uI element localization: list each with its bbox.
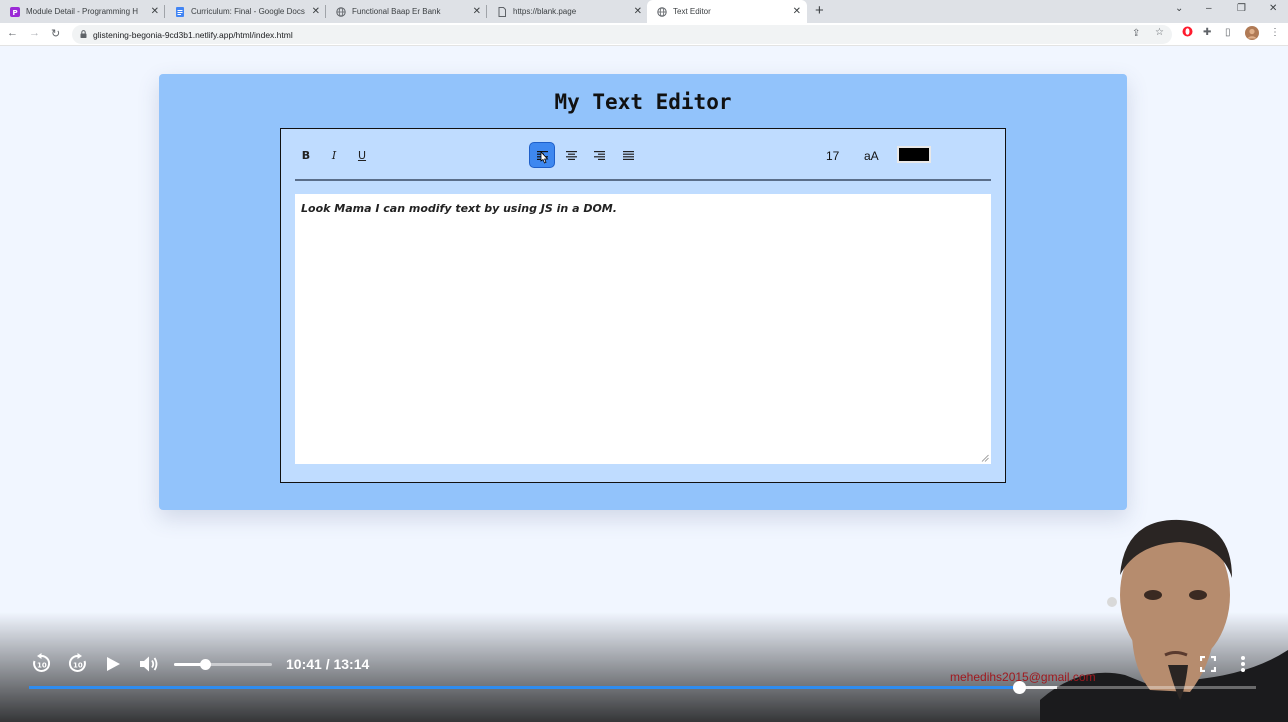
tab-title: Functional Baap Er Bank <box>352 7 441 16</box>
align-center-button[interactable] <box>558 142 584 168</box>
close-tab-icon[interactable]: ✕ <box>312 6 320 17</box>
profile-avatar[interactable] <box>1245 26 1259 43</box>
align-center-icon <box>565 150 577 160</box>
close-tab-icon[interactable]: ✕ <box>473 6 481 17</box>
text-color-picker[interactable] <box>897 146 931 163</box>
browser-tab-text-editor[interactable]: Text Editor ✕ <box>647 0 807 23</box>
opera-extension-icon[interactable] <box>1182 26 1193 40</box>
playback-time: 10:41 / 13:14 <box>286 656 370 672</box>
browser-tab-bar: P Module Detail - Programming H ✕ Curric… <box>0 0 1288 23</box>
play-icon[interactable] <box>106 656 121 672</box>
tab-title: Module Detail - Programming H <box>26 7 139 16</box>
fullscreen-icon[interactable] <box>1200 656 1216 672</box>
new-tab-plus-icon[interactable]: + <box>815 2 824 19</box>
text-editor: B I U 17 aA Look Mama I can modify text … <box>280 128 1006 483</box>
browser-address-bar: ← → ↻ glistening-begonia-9cd3b1.netlify.… <box>0 23 1288 46</box>
tab-title: Text Editor <box>673 7 711 16</box>
back-arrow-icon[interactable]: ← <box>7 27 18 39</box>
editor-text: Look Mama I can modify text by using JS … <box>301 202 617 215</box>
volume-icon[interactable] <box>139 655 160 673</box>
omnibox[interactable]: glistening-begonia-9cd3b1.netlify.app/ht… <box>72 25 1172 44</box>
italic-button[interactable]: I <box>321 142 347 168</box>
restore-icon[interactable]: ❐ <box>1237 3 1246 14</box>
globe-icon <box>657 6 667 17</box>
editor-textarea[interactable]: Look Mama I can modify text by using JS … <box>295 194 991 464</box>
played-progress <box>29 686 1020 689</box>
svg-text:10: 10 <box>37 662 47 670</box>
svg-text:P: P <box>13 9 18 17</box>
bold-button[interactable]: B <box>293 142 319 168</box>
globe-icon <box>336 6 346 17</box>
svg-text:10: 10 <box>73 662 83 670</box>
page-title: My Text Editor <box>554 90 732 114</box>
close-window-icon[interactable]: ✕ <box>1269 3 1277 14</box>
page-icon <box>497 6 507 17</box>
side-panel-icon[interactable]: ▯ <box>1225 27 1231 38</box>
close-tab-icon[interactable]: ✕ <box>151 6 159 17</box>
reload-icon[interactable]: ↻ <box>51 27 60 40</box>
align-right-icon <box>593 150 605 160</box>
url-text: glistening-begonia-9cd3b1.netlify.app/ht… <box>93 30 293 40</box>
align-justify-button[interactable] <box>615 142 641 168</box>
align-right-button[interactable] <box>586 142 612 168</box>
volume-knob[interactable] <box>199 659 211 670</box>
lock-icon <box>80 30 87 38</box>
italic-label: I <box>331 148 337 162</box>
programming-hero-icon: P <box>10 6 20 17</box>
bold-label: B <box>301 148 311 162</box>
browser-tab-curriculum[interactable]: Curriculum: Final - Google Docs ✕ <box>165 0 326 23</box>
toolbar-divider <box>295 179 991 181</box>
text-case-button[interactable]: aA <box>864 149 879 163</box>
tab-search-chevron-icon[interactable]: ⌄ <box>1175 3 1183 14</box>
browser-tab-functional-bank[interactable]: Functional Baap Er Bank ✕ <box>326 0 487 23</box>
tab-title: Curriculum: Final - Google Docs <box>191 7 305 16</box>
align-justify-icon <box>622 150 634 160</box>
resize-handle-icon[interactable] <box>981 454 989 462</box>
editor-card: My Text Editor B I U 17 aA Look Mama I c… <box>159 74 1127 510</box>
tab-title: https://blank.page <box>513 7 577 16</box>
volume-slider[interactable] <box>174 659 272 670</box>
bookmark-star-icon[interactable]: ☆ <box>1155 27 1164 38</box>
extensions-puzzle-icon[interactable]: ✚ <box>1203 27 1211 38</box>
forward-arrow-icon[interactable]: → <box>29 27 40 39</box>
rewind-10-icon[interactable]: 10 <box>31 653 52 674</box>
google-docs-icon <box>175 6 185 17</box>
more-options-icon[interactable] <box>1240 655 1246 673</box>
close-tab-icon[interactable]: ✕ <box>634 6 642 17</box>
browser-tab-module-detail[interactable]: P Module Detail - Programming H ✕ <box>0 0 165 23</box>
browser-menu-icon[interactable]: ⋮ <box>1270 27 1280 38</box>
minimize-icon[interactable]: – <box>1206 3 1212 14</box>
video-progress-bar[interactable] <box>29 681 1256 694</box>
share-icon[interactable]: ⇪ <box>1132 28 1140 39</box>
forward-10-icon[interactable]: 10 <box>67 653 88 674</box>
underline-label: U <box>357 148 367 162</box>
browser-tab-blank-page[interactable]: https://blank.page ✕ <box>487 0 648 23</box>
mouse-cursor-icon <box>540 151 549 164</box>
close-tab-icon[interactable]: ✕ <box>793 6 801 17</box>
underline-button[interactable]: U <box>349 142 375 168</box>
font-size-value[interactable]: 17 <box>826 149 839 163</box>
